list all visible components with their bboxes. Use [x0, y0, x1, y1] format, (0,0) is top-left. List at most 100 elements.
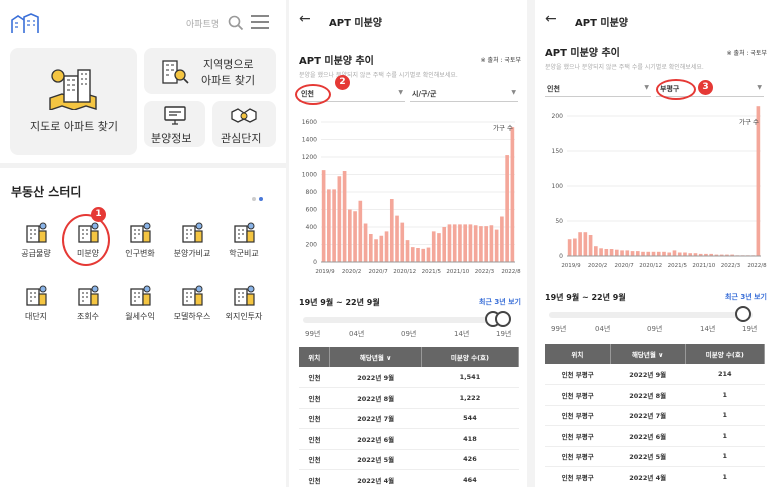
bar[interactable]: [505, 155, 509, 262]
study-tile[interactable]: 조회수: [62, 283, 114, 322]
table-row[interactable]: 인천 2022년 6월 418: [299, 428, 519, 450]
slider-handle[interactable]: [735, 306, 751, 322]
bar[interactable]: [337, 176, 342, 262]
recent-3y-link[interactable]: 최근 3년 보기: [725, 292, 767, 302]
bar[interactable]: [327, 189, 331, 262]
back-arrow-icon[interactable]: ←: [545, 11, 557, 27]
bar[interactable]: [683, 252, 687, 257]
bar[interactable]: [426, 247, 431, 262]
bar[interactable]: [662, 251, 666, 256]
bar[interactable]: [421, 248, 426, 262]
bar[interactable]: [630, 251, 635, 256]
bar[interactable]: [641, 251, 645, 256]
bar[interactable]: [484, 226, 488, 262]
study-tile[interactable]: 외지인투자: [218, 283, 270, 322]
table-row[interactable]: 인천 부평구 2022년 8월 1: [545, 384, 765, 406]
bar[interactable]: [431, 231, 436, 262]
table-row[interactable]: 인천 부평구 2022년 7월 1: [545, 405, 765, 426]
study-tile[interactable]: 공급물량: [10, 220, 62, 259]
bar[interactable]: [614, 249, 619, 256]
bar[interactable]: [500, 216, 504, 263]
bar[interactable]: [395, 215, 399, 262]
bar[interactable]: [510, 127, 515, 262]
map-search-card[interactable]: 지도로 아파트 찾기: [10, 48, 137, 155]
study-tile[interactable]: 모델하우스: [166, 283, 218, 322]
bar[interactable]: [363, 223, 368, 263]
bar[interactable]: [567, 239, 572, 256]
sale-info-card[interactable]: 분양정보: [144, 101, 205, 147]
bar[interactable]: [588, 235, 593, 256]
study-tile[interactable]: 인구변화: [114, 220, 166, 259]
study-tile[interactable]: 분양가비교: [166, 220, 218, 259]
bar[interactable]: [672, 250, 677, 256]
bar[interactable]: [416, 248, 420, 262]
bar[interactable]: [405, 240, 410, 262]
table-row[interactable]: 인천 2022년 9월 1,541: [299, 367, 519, 388]
bar[interactable]: [458, 224, 462, 262]
year-range-slider[interactable]: [549, 312, 753, 318]
bar[interactable]: [452, 224, 457, 262]
table-row[interactable]: 인천 2022년 4월 464: [299, 469, 519, 487]
district-select[interactable]: 시/구/군 ▼: [410, 86, 518, 102]
bar[interactable]: [384, 231, 389, 262]
bar[interactable]: [332, 189, 336, 262]
bar[interactable]: [756, 106, 761, 256]
bar[interactable]: [604, 249, 609, 256]
bar[interactable]: [656, 251, 661, 256]
study-tile[interactable]: 월세수익: [114, 283, 166, 322]
search-input[interactable]: 아파트명: [186, 17, 219, 30]
interest-card[interactable]: 관심단지: [212, 101, 276, 147]
page-indicator[interactable]: [252, 186, 266, 205]
bar[interactable]: [609, 249, 614, 256]
table-row[interactable]: 인천 부평구 2022년 5월 1: [545, 446, 765, 467]
region-select[interactable]: 인천 ▼: [545, 81, 651, 97]
study-tile[interactable]: 학군비교: [218, 220, 270, 259]
bar[interactable]: [489, 225, 494, 262]
column-header-month[interactable]: 해당년월 ∨: [329, 347, 422, 367]
table-row[interactable]: 인천 2022년 5월 426: [299, 449, 519, 470]
bar[interactable]: [379, 235, 384, 262]
bar[interactable]: [479, 226, 483, 262]
menu-icon[interactable]: [251, 15, 269, 33]
column-header-month[interactable]: 해당년월 ∨: [610, 344, 686, 364]
bar[interactable]: [374, 239, 378, 262]
bar[interactable]: [358, 200, 363, 262]
bar[interactable]: [447, 224, 452, 262]
bar[interactable]: [651, 251, 656, 256]
bar[interactable]: [494, 229, 499, 262]
table-row[interactable]: 인천 부평구 2022년 4월 1: [545, 466, 765, 487]
bar[interactable]: [625, 250, 630, 256]
bar[interactable]: [348, 209, 352, 263]
bar[interactable]: [583, 232, 588, 256]
bar[interactable]: [342, 171, 347, 262]
bar[interactable]: [400, 222, 405, 262]
bar[interactable]: [468, 224, 473, 262]
bar[interactable]: [353, 211, 357, 262]
region-search-card[interactable]: 지역명으로 아파트 찾기: [144, 48, 276, 94]
bar[interactable]: [599, 248, 603, 256]
bar[interactable]: [573, 238, 577, 257]
bar[interactable]: [594, 246, 598, 256]
bar[interactable]: [389, 199, 394, 262]
bar[interactable]: [473, 225, 478, 262]
bar[interactable]: [646, 251, 651, 256]
bar[interactable]: [410, 247, 415, 262]
recent-3y-link[interactable]: 최근 3년 보기: [479, 297, 521, 307]
search-icon[interactable]: [228, 15, 244, 31]
slider-handle[interactable]: [495, 311, 511, 327]
bar[interactable]: [620, 250, 624, 256]
year-range-slider[interactable]: [303, 317, 507, 323]
table-row[interactable]: 인천 2022년 8월 1,222: [299, 387, 519, 409]
table-row[interactable]: 인천 2022년 7월 544: [299, 408, 519, 429]
bar[interactable]: [677, 252, 682, 257]
bar[interactable]: [437, 233, 441, 262]
bar[interactable]: [635, 251, 640, 256]
bar[interactable]: [463, 224, 468, 262]
table-row[interactable]: 인천 부평구 2022년 9월 214: [545, 364, 765, 385]
bar[interactable]: [667, 252, 672, 257]
bar[interactable]: [368, 234, 373, 262]
bar[interactable]: [442, 227, 447, 262]
study-tile[interactable]: 대단지: [10, 283, 62, 322]
back-arrow-icon[interactable]: ←: [299, 11, 311, 27]
bar[interactable]: [578, 232, 582, 256]
